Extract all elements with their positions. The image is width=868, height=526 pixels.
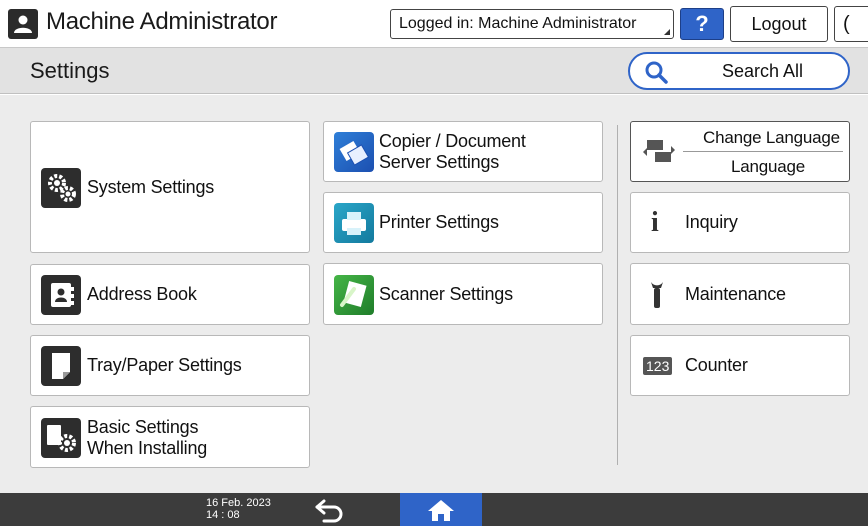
back-button[interactable] [312, 497, 348, 523]
copier-settings-line2: Server Settings [379, 152, 500, 172]
logout-button[interactable]: Logout [730, 6, 828, 42]
language-divider [683, 151, 843, 152]
wrench-icon [651, 282, 663, 308]
basic-settings-line1: Basic Settings [87, 417, 199, 437]
scanner-icon [334, 275, 374, 315]
copier-document-server-settings-tile[interactable]: Copier / Document Server Settings [323, 121, 603, 182]
user-name: Machine Administrator [46, 8, 278, 35]
address-book-label: Address Book [87, 284, 197, 304]
resize-corner-icon [664, 29, 670, 35]
basic-settings-line2: When Installing [87, 438, 208, 458]
page-header: Settings Search All [0, 48, 868, 94]
home-button[interactable] [400, 493, 482, 526]
basic-settings-when-installing-tile[interactable]: Basic Settings When Installing [30, 406, 310, 468]
counter-tile[interactable]: 123 Counter [630, 335, 850, 396]
moon-icon[interactable]: ( [834, 6, 868, 42]
search-icon [645, 61, 668, 84]
column-divider [617, 125, 618, 465]
address-book-tile[interactable]: Address Book [30, 264, 310, 325]
login-status-field[interactable]: Logged in: Machine Administrator [390, 9, 674, 39]
home-icon [428, 500, 454, 521]
language-switch-icon [643, 140, 675, 162]
search-all-label: Search All [722, 61, 804, 81]
paper-icon [41, 346, 81, 386]
tray-paper-settings-tile[interactable]: Tray/Paper Settings [30, 335, 310, 396]
counter-icon: 123 [643, 357, 673, 375]
date-text: 16 Feb. 2023 [206, 497, 271, 509]
scanner-settings-label: Scanner Settings [379, 284, 513, 304]
copier-icon [334, 132, 374, 172]
datetime: 16 Feb. 2023 14 : 08 [206, 497, 271, 521]
page-title: Settings [30, 58, 110, 83]
counter-label: Counter [685, 355, 748, 375]
user-icon [8, 9, 38, 39]
search-all-button[interactable]: Search All [628, 52, 850, 90]
copier-settings-line1: Copier / Document [379, 131, 526, 151]
scanner-settings-tile[interactable]: Scanner Settings [323, 263, 603, 325]
top-bar: Machine Administrator Logged in: Machine… [0, 0, 868, 48]
login-status-text: Logged in: Machine Administrator [399, 15, 637, 32]
inquiry-tile[interactable]: i Inquiry [630, 192, 850, 253]
printer-settings-label: Printer Settings [379, 212, 499, 232]
change-language-label: Change Language [703, 128, 840, 147]
footer-bar: 16 Feb. 2023 14 : 08 [0, 493, 868, 526]
change-language-tile[interactable]: Change Language Language [630, 121, 850, 182]
inquiry-label: Inquiry [685, 212, 738, 232]
address-book-icon [41, 275, 81, 315]
help-button[interactable]: ? [680, 8, 724, 40]
back-arrow-icon [315, 499, 343, 523]
gears-icon [41, 168, 81, 208]
language-label: Language [731, 157, 806, 176]
system-settings-tile[interactable]: System Settings [30, 121, 310, 253]
printer-icon [334, 203, 374, 243]
system-settings-label: System Settings [87, 177, 215, 197]
maintenance-label: Maintenance [685, 284, 786, 304]
time-text: 14 : 08 [206, 509, 240, 521]
info-icon: i [651, 207, 659, 238]
install-gear-icon [41, 418, 81, 458]
tray-paper-settings-label: Tray/Paper Settings [87, 355, 242, 375]
maintenance-tile[interactable]: Maintenance [630, 263, 850, 325]
printer-settings-tile[interactable]: Printer Settings [323, 192, 603, 253]
settings-panel: System Settings Address Book Tray/Paper … [0, 95, 868, 493]
